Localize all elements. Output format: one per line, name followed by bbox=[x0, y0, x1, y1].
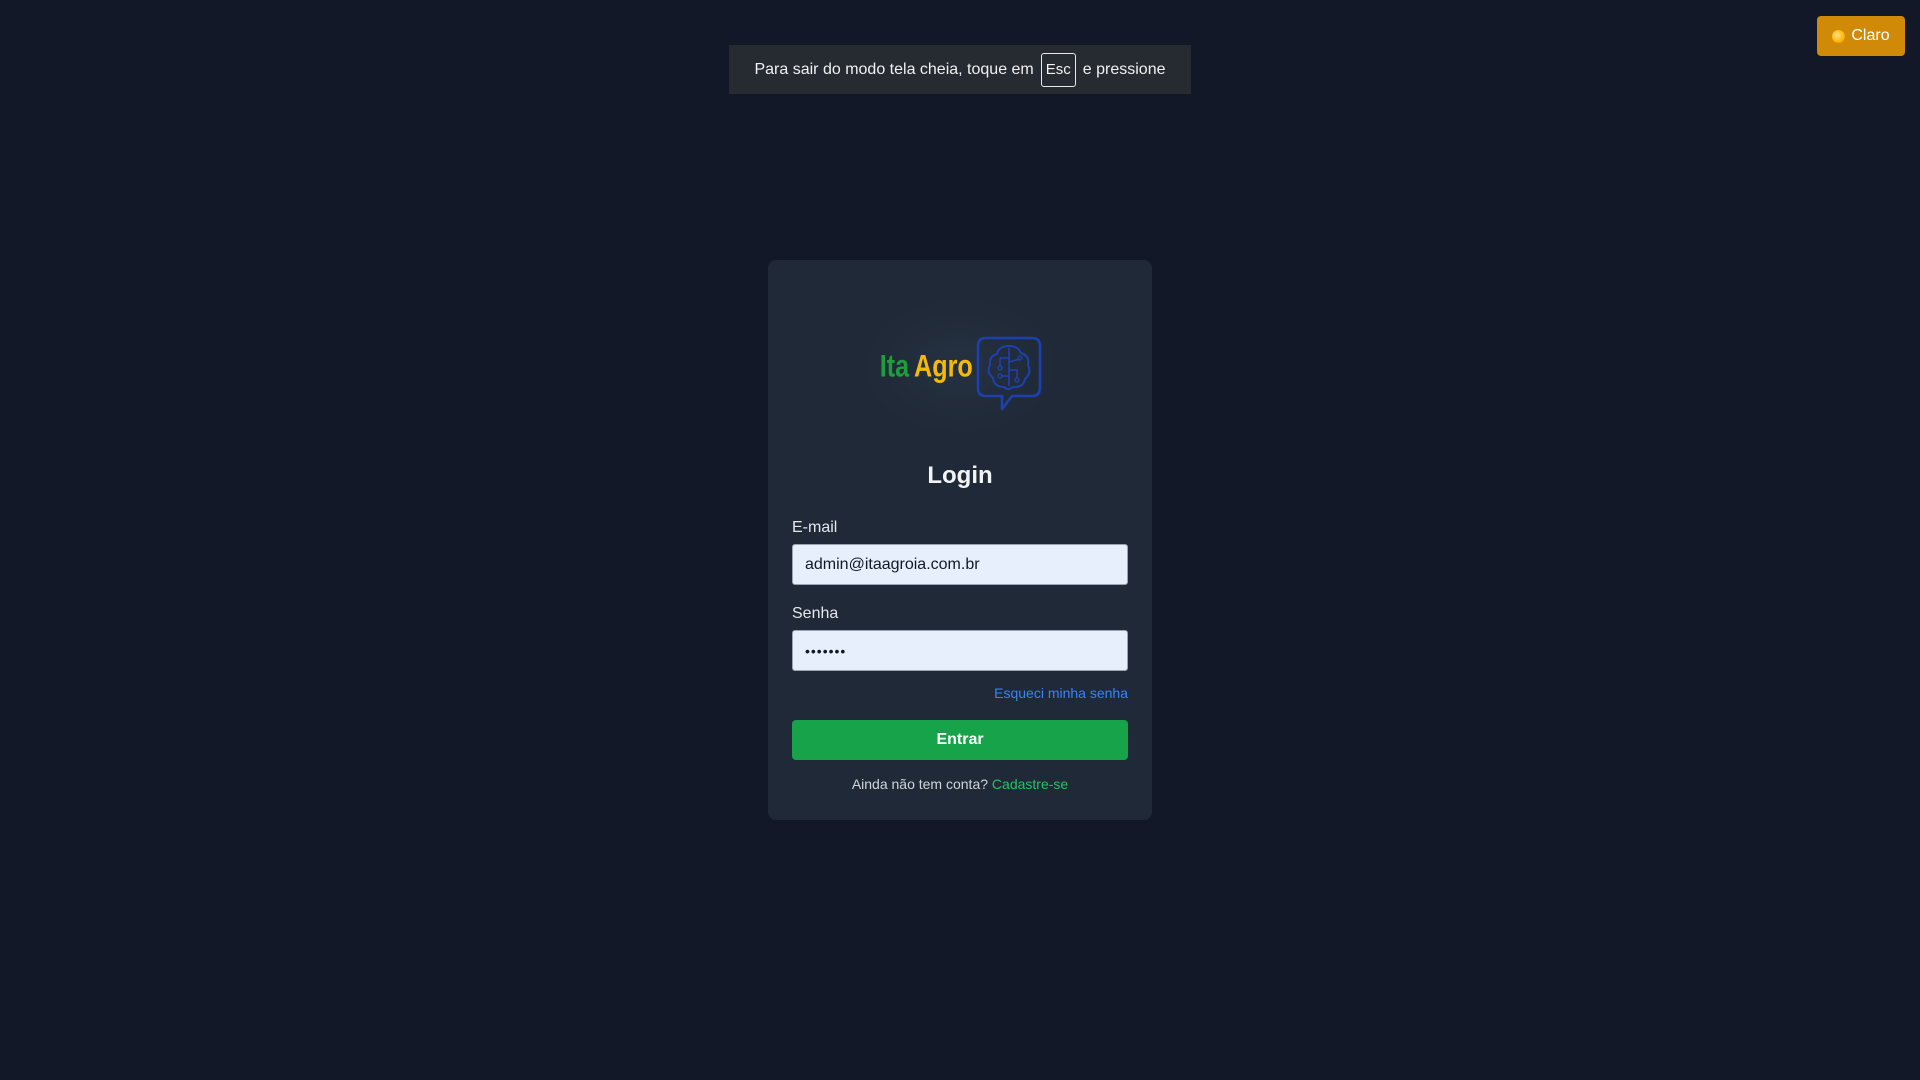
fullscreen-notice-before: Para sair do modo tela cheia, toque em bbox=[754, 60, 1034, 78]
login-card: Ita Agro Login E-mail admin@itaagroia.co… bbox=[768, 260, 1152, 820]
page-title: Login bbox=[927, 462, 993, 489]
brain-chat-icon bbox=[976, 336, 1042, 411]
password-field-value: ••••••• bbox=[805, 642, 847, 659]
logo-graphic: Ita Agro bbox=[880, 336, 1042, 411]
login-submit-label: Entrar bbox=[936, 731, 984, 748]
signup-link[interactable]: Cadastre-se bbox=[992, 776, 1068, 792]
fullscreen-notice-after: e pressione bbox=[1082, 60, 1166, 78]
password-label: Senha bbox=[792, 605, 839, 622]
logo-word-agro: Agro bbox=[914, 349, 973, 384]
forgot-password-link[interactable]: Esqueci minha senha bbox=[994, 685, 1128, 701]
theme-toggle-label: Claro bbox=[1851, 27, 1890, 44]
esc-key-badge: Esc bbox=[1040, 52, 1076, 87]
login-page: Para sair do modo tela cheia, toque em E… bbox=[0, 0, 1920, 1080]
theme-toggle-button[interactable]: Claro bbox=[1817, 16, 1905, 56]
signup-prompt-text: Ainda não tem conta? bbox=[851, 776, 989, 792]
email-field[interactable]: admin@itaagroia.com.br bbox=[792, 544, 1128, 585]
email-label: E-mail bbox=[792, 519, 838, 536]
login-submit-button[interactable]: Entrar bbox=[792, 720, 1128, 760]
email-field-value: admin@itaagroia.com.br bbox=[805, 555, 980, 573]
sun-icon bbox=[1832, 29, 1846, 43]
signup-prompt: Ainda não tem conta? Cadastre-se bbox=[768, 776, 1152, 792]
fullscreen-exit-notice: Para sair do modo tela cheia, toque em E… bbox=[729, 45, 1191, 94]
logo: Ita Agro bbox=[860, 296, 1060, 436]
password-field[interactable]: ••••••• bbox=[792, 630, 1128, 671]
logo-word-ita: Ita bbox=[880, 349, 910, 384]
